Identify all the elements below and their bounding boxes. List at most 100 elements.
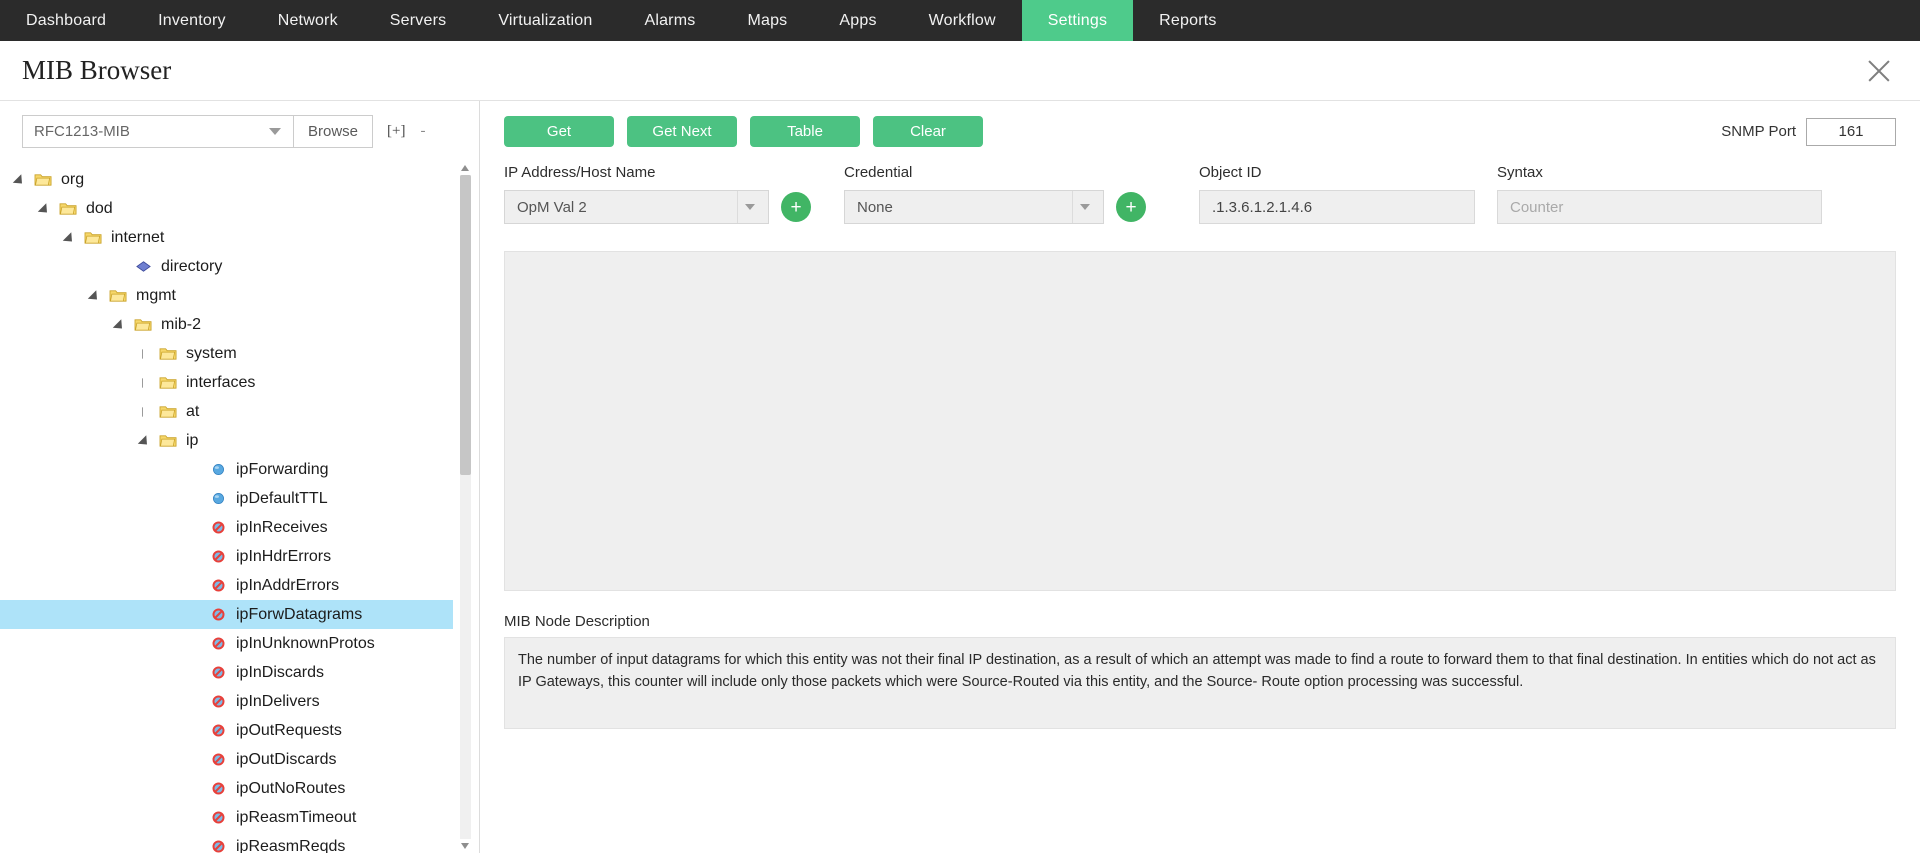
- tree-scrollbar[interactable]: [460, 161, 471, 853]
- nav-item-settings[interactable]: Settings: [1021, 0, 1134, 41]
- collapse-triangle-icon[interactable]: [64, 230, 79, 245]
- mib-file-dropdown[interactable]: RFC1213-MIB: [22, 115, 294, 148]
- readonly-icon: [209, 548, 228, 565]
- expand-triangle-icon[interactable]: [139, 346, 154, 361]
- scroll-down-arrow-icon[interactable]: [460, 839, 471, 853]
- collapse-all-button[interactable]: -: [420, 123, 425, 140]
- collapse-triangle-icon[interactable]: [139, 433, 154, 448]
- nav-item-alarms[interactable]: Alarms: [618, 0, 721, 41]
- tree-node-dod[interactable]: dod: [0, 194, 453, 223]
- tree-node-ipReasmReqds[interactable]: ipReasmReqds: [0, 832, 453, 853]
- ip-address-dropdown[interactable]: OpM Val 2: [504, 190, 769, 224]
- readonly-icon: [209, 606, 228, 623]
- tree-node-ipOutDiscards[interactable]: ipOutDiscards: [0, 745, 453, 774]
- tree-node-org[interactable]: org: [0, 165, 453, 194]
- tree-node-label: ipOutDiscards: [236, 750, 337, 768]
- nav-item-workflow[interactable]: Workflow: [903, 0, 1022, 41]
- tree-node-ipInAddrErrors[interactable]: ipInAddrErrors: [0, 571, 453, 600]
- tree-node-label: ipReasmTimeout: [236, 808, 357, 826]
- syntax-label: Syntax: [1497, 164, 1543, 181]
- tree-node-at[interactable]: at: [0, 397, 453, 426]
- tree-node-ipDefaultTTL[interactable]: ipDefaultTTL: [0, 484, 453, 513]
- credential-dropdown[interactable]: None: [844, 190, 1104, 224]
- object-id-field-group: Object ID: [1199, 164, 1497, 224]
- nav-item-label: Reports: [1159, 11, 1217, 29]
- tree-node-label: ipInDiscards: [236, 663, 325, 681]
- nav-item-apps[interactable]: Apps: [813, 0, 902, 41]
- scrollbar-thumb[interactable]: [460, 175, 471, 475]
- nav-item-reports[interactable]: Reports: [1133, 0, 1242, 41]
- tree-node-ipInDelivers[interactable]: ipInDelivers: [0, 687, 453, 716]
- collapse-triangle-icon[interactable]: [14, 172, 29, 187]
- clear-button[interactable]: Clear: [873, 116, 983, 147]
- tree-node-label: ipInReceives: [236, 518, 328, 536]
- tree-node-ipInHdrErrors[interactable]: ipInHdrErrors: [0, 542, 453, 571]
- browse-button[interactable]: Browse: [294, 115, 374, 148]
- nav-item-virtualization[interactable]: Virtualization: [472, 0, 618, 41]
- get-button[interactable]: Get: [504, 116, 614, 147]
- expand-all-button[interactable]: [+]: [387, 123, 405, 140]
- content-area: RFC1213-MIB Browse [+] - org dod internet d…: [0, 101, 1920, 853]
- add-credential-button[interactable]: +: [1116, 192, 1146, 222]
- tree-node-ipInReceives[interactable]: ipInReceives: [0, 513, 453, 542]
- readonly-icon: [209, 519, 228, 536]
- scroll-up-arrow-icon[interactable]: [460, 161, 471, 175]
- sphere-icon: [209, 490, 228, 507]
- tree-node-ipForwDatagrams[interactable]: ipForwDatagrams: [0, 600, 453, 629]
- nav-item-network[interactable]: Network: [252, 0, 364, 41]
- object-id-input[interactable]: [1199, 190, 1475, 224]
- tree-node-mgmt[interactable]: mgmt: [0, 281, 453, 310]
- nav-item-label: Apps: [839, 11, 877, 29]
- tree-node-ipForwarding[interactable]: ipForwarding: [0, 455, 453, 484]
- tree-node-directory[interactable]: directory: [0, 252, 453, 281]
- collapse-triangle-icon[interactable]: [89, 288, 104, 303]
- readonly-icon: [209, 693, 228, 710]
- tree-node-label: ipInHdrErrors: [236, 547, 332, 565]
- close-icon[interactable]: [1862, 54, 1896, 88]
- add-ip-address-button[interactable]: +: [781, 192, 811, 222]
- expand-triangle-icon[interactable]: [139, 404, 154, 419]
- action-button-row: Get Get Next Table Clear SNMP Port: [480, 101, 1920, 160]
- get-next-button[interactable]: Get Next: [627, 116, 737, 147]
- nav-item-dashboard[interactable]: Dashboard: [0, 0, 132, 41]
- nav-item-maps[interactable]: Maps: [721, 0, 813, 41]
- tree-node-label: ipReasmReqds: [236, 837, 346, 853]
- collapse-triangle-icon[interactable]: [114, 317, 129, 332]
- tree-node-mib-2[interactable]: mib-2: [0, 310, 453, 339]
- folder-icon: [134, 316, 153, 333]
- tree-node-ip[interactable]: ip: [0, 426, 453, 455]
- nav-item-servers[interactable]: Servers: [364, 0, 473, 41]
- tree-node-ipOutRequests[interactable]: ipOutRequests: [0, 716, 453, 745]
- nav-item-label: Workflow: [928, 11, 996, 29]
- tree-node-label: system: [186, 344, 237, 362]
- tree-node-label: at: [186, 402, 200, 420]
- tree-node-internet[interactable]: internet: [0, 223, 453, 252]
- tree-node-ipReasmTimeout[interactable]: ipReasmTimeout: [0, 803, 453, 832]
- folder-icon: [84, 229, 103, 246]
- tree-node-ipInDiscards[interactable]: ipInDiscards: [0, 658, 453, 687]
- snmp-port-group: SNMP Port: [1721, 117, 1896, 146]
- tree-node-interfaces[interactable]: interfaces: [0, 368, 453, 397]
- nav-item-inventory[interactable]: Inventory: [132, 0, 252, 41]
- tree-node-system[interactable]: system: [0, 339, 453, 368]
- snmp-port-input[interactable]: [1806, 117, 1896, 146]
- tree-node-ipInUnknownProtos[interactable]: ipInUnknownProtos: [0, 629, 453, 658]
- mib-description-group: MIB Node Description The number of input…: [504, 613, 1896, 729]
- chevron-down-icon: [1080, 204, 1090, 210]
- collapse-triangle-icon[interactable]: [39, 201, 54, 216]
- diamond-icon: [134, 258, 153, 275]
- tree-node-label: org: [61, 170, 85, 188]
- table-button[interactable]: Table: [750, 116, 860, 147]
- folder-icon: [109, 287, 128, 304]
- chevron-down-icon: [745, 204, 755, 210]
- tree-node-ipOutNoRoutes[interactable]: ipOutNoRoutes: [0, 774, 453, 803]
- expand-triangle-icon[interactable]: [139, 375, 154, 390]
- tree-node-label: mgmt: [136, 286, 176, 304]
- syntax-input[interactable]: [1497, 190, 1822, 224]
